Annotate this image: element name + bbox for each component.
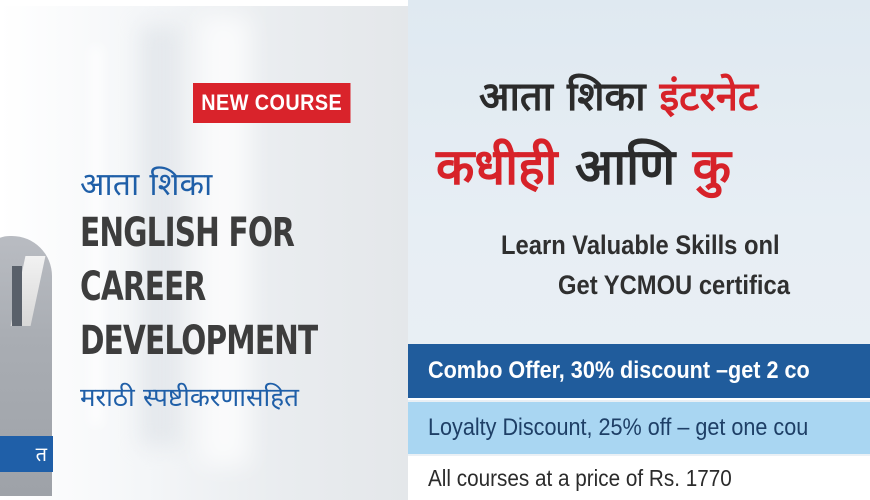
offers-panel: आता शिका इंटरनेट कधीही आणि कु Learn Valu…	[408, 0, 870, 500]
price-offer-bar[interactable]: All courses at a price of Rs. 1770	[408, 456, 870, 500]
headline-text: आणि	[557, 138, 693, 196]
skills-subtext: Learn Valuable Skills onl	[501, 230, 780, 260]
tie	[12, 266, 22, 326]
presenter-name-strip: त	[0, 436, 53, 472]
certificate-subtext: Get YCMOU certifica	[558, 270, 790, 300]
combo-offer-bar[interactable]: Combo Offer, 30% discount –get 2 co	[408, 344, 870, 398]
promo-banner[interactable]: NEW COURSE आता शिका ENGLISH FOR CAREER D…	[0, 0, 870, 500]
course-title-line: DEVELOPMENT	[80, 318, 318, 364]
headline-line2: कधीही आणि कु	[436, 135, 731, 199]
headline-highlight: कधीही	[436, 138, 558, 196]
course-title-line: CAREER	[80, 264, 206, 310]
divider	[408, 398, 870, 400]
course-title: ENGLISH FOR CAREER DEVELOPMENT	[80, 206, 369, 368]
loyalty-offer-text: Loyalty Discount, 25% off – get one cou	[428, 414, 809, 441]
course-title-line: ENGLISH FOR	[80, 210, 295, 256]
hindi-subtitle: मराठी स्पष्टीकरणासहित	[80, 383, 299, 413]
loyalty-offer-bar[interactable]: Loyalty Discount, 25% off – get one cou	[408, 402, 870, 454]
price-offer-text: All courses at a price of Rs. 1770	[428, 465, 732, 491]
hindi-tagline: आता शिका	[80, 165, 213, 203]
headline-highlight: इंटरनेट	[659, 74, 759, 120]
headline-line1: आता शिका इंटरनेट	[479, 72, 758, 122]
new-course-badge: NEW COURSE	[193, 83, 351, 123]
headline-text: आता शिका	[479, 74, 660, 120]
course-promo-panel: NEW COURSE आता शिका ENGLISH FOR CAREER D…	[0, 6, 408, 500]
combo-offer-text: Combo Offer, 30% discount –get 2 co	[428, 357, 810, 384]
headline-highlight: कु	[692, 138, 732, 196]
